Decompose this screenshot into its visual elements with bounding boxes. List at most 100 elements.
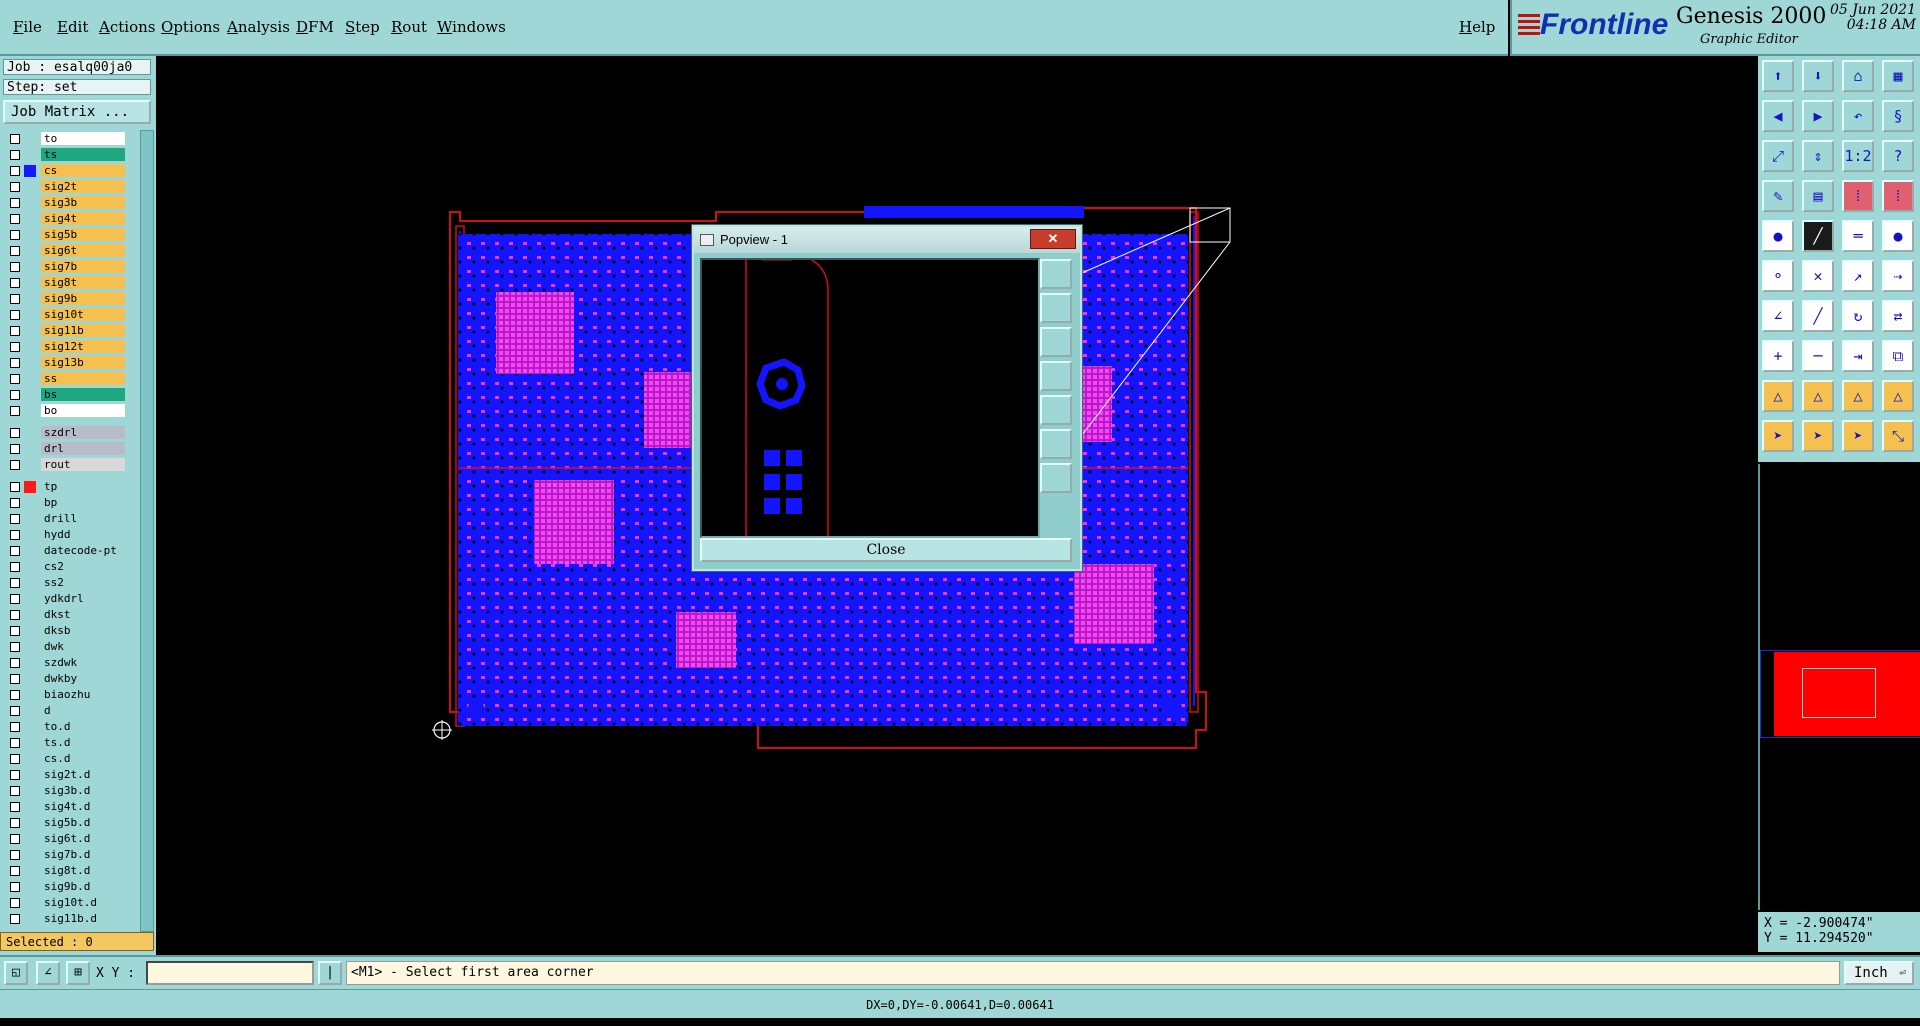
menu-rout[interactable]: Rout (391, 18, 427, 36)
layer-checkbox[interactable] (10, 738, 20, 748)
job-matrix-button[interactable]: Job Matrix ... (3, 100, 151, 124)
layer-row[interactable]: sig2t.d (3, 768, 139, 782)
pointer-icon[interactable]: ➤ (1762, 420, 1794, 452)
layer-row[interactable]: sig2t (3, 180, 139, 194)
layer-checkbox[interactable] (10, 514, 20, 524)
layer-list-scrollbar[interactable] (140, 130, 154, 932)
next-icon[interactable]: ▶ (1802, 100, 1834, 132)
layer-row[interactable]: dwkby (3, 672, 139, 686)
layer-checkbox[interactable] (10, 866, 20, 876)
home-icon[interactable]: ⌂ (1842, 60, 1874, 92)
menu-help[interactable]: Help (1459, 18, 1495, 36)
zoom-in-icon[interactable]: ⇕ (1802, 140, 1834, 172)
save-icon[interactable]: ⬇ (1802, 60, 1834, 92)
layer-row[interactable]: sig4t (3, 212, 139, 226)
layer-row[interactable]: sig10t.d (3, 896, 139, 910)
split-icon[interactable]: ⇢ (1882, 260, 1914, 292)
angle-icon[interactable]: ∠ (1762, 300, 1794, 332)
panel-icon[interactable]: ⁞ (1882, 180, 1914, 212)
layer-row[interactable]: sig6t.d (3, 832, 139, 846)
layer-checkbox[interactable] (10, 594, 20, 604)
open-icon[interactable]: ⬆ (1762, 60, 1794, 92)
snap-center-icon[interactable]: ⊞ (66, 961, 90, 985)
layer-checkbox[interactable] (10, 326, 20, 336)
layer-checkbox[interactable] (10, 578, 20, 588)
line-icon[interactable]: ╱ (1802, 220, 1834, 252)
layer-checkbox[interactable] (10, 482, 20, 492)
layer-row[interactable]: tp (3, 480, 139, 494)
layer-row[interactable]: bs (3, 388, 139, 402)
arc-icon[interactable]: △ (1762, 380, 1794, 412)
layer-row[interactable]: szdrl (3, 426, 139, 440)
layer-row[interactable]: ts.d (3, 736, 139, 750)
popview-close-button[interactable]: Close (700, 538, 1072, 562)
layer-row[interactable]: ts (3, 148, 139, 162)
arc4-icon[interactable]: △ (1882, 380, 1914, 412)
layer-checkbox[interactable] (10, 754, 20, 764)
layer-row[interactable]: sig5b (3, 228, 139, 242)
layer-checkbox[interactable] (10, 460, 20, 470)
layer-checkbox[interactable] (10, 198, 20, 208)
layer-checkbox[interactable] (10, 626, 20, 636)
undo-icon[interactable]: ↶ (1842, 100, 1874, 132)
layer-row[interactable]: sig10t (3, 308, 139, 322)
layer-row[interactable]: dwk (3, 640, 139, 654)
layer-checkbox[interactable] (10, 562, 20, 572)
layer-row[interactable]: to.d (3, 720, 139, 734)
layer-row[interactable]: cs2 (3, 560, 139, 574)
layer-checkbox[interactable] (10, 770, 20, 780)
layer-checkbox[interactable] (10, 898, 20, 908)
layer-checkbox[interactable] (10, 214, 20, 224)
layer-checkbox[interactable] (10, 658, 20, 668)
slash-icon[interactable]: ╱ (1802, 300, 1834, 332)
zoom-fit-icon[interactable]: ⤢ (1762, 140, 1794, 172)
layer-checkbox[interactable] (10, 722, 20, 732)
layer-checkbox[interactable] (10, 134, 20, 144)
layer-checkbox[interactable] (10, 390, 20, 400)
layer-row[interactable]: cs (3, 164, 139, 178)
layer-checkbox[interactable] (10, 530, 20, 540)
layer-row[interactable]: sig11b (3, 324, 139, 338)
layer-row[interactable]: ydkdrl (3, 592, 139, 606)
layer-checkbox[interactable] (10, 406, 20, 416)
layer-row[interactable]: hydd (3, 528, 139, 542)
layer-row[interactable]: sig8t.d (3, 864, 139, 878)
menu-analysis[interactable]: Analysis (227, 18, 290, 36)
layer-row[interactable]: bp (3, 496, 139, 510)
layer-row[interactable]: dkst (3, 608, 139, 622)
popview-close-x-button[interactable]: ✕ (1030, 229, 1076, 249)
layer-row[interactable]: to (3, 132, 139, 146)
menu-file[interactable]: File (13, 18, 42, 36)
grid-toggle-icon[interactable]: ▤ (1802, 180, 1834, 212)
layer-row[interactable]: sig5b.d (3, 816, 139, 830)
add-icon[interactable]: + (1762, 340, 1794, 372)
pad-icon[interactable]: ● (1762, 220, 1794, 252)
info-icon[interactable]: | (318, 961, 342, 985)
menu-step[interactable]: Step (345, 18, 380, 36)
layer-checkbox[interactable] (10, 834, 20, 844)
popview-canvas[interactable] (700, 258, 1040, 538)
unit-selector[interactable]: Inch ⏎ (1844, 961, 1914, 985)
layer-checkbox[interactable] (10, 310, 20, 320)
route-icon[interactable]: ↗ (1842, 260, 1874, 292)
popview-titlebar[interactable]: Popview - 1 ✕ (694, 227, 1080, 253)
popview-down-icon[interactable] (1040, 327, 1072, 357)
layer-checkbox[interactable] (10, 674, 20, 684)
arc3-icon[interactable]: △ (1842, 380, 1874, 412)
layer-row[interactable]: dksb (3, 624, 139, 638)
arc2-icon[interactable]: △ (1802, 380, 1834, 412)
layer-row[interactable]: sig7b (3, 260, 139, 274)
menu-actions[interactable]: Actions (99, 18, 155, 36)
popview-zoom-icon[interactable] (1040, 259, 1072, 289)
flip-icon[interactable]: ⇄ (1882, 300, 1914, 332)
layer-row[interactable]: sig6t (3, 244, 139, 258)
layer-checkbox[interactable] (10, 182, 20, 192)
layer-checkbox[interactable] (10, 246, 20, 256)
prev-icon[interactable]: ◀ (1762, 100, 1794, 132)
multi-select-icon[interactable]: ⤡ (1882, 420, 1914, 452)
layer-checkbox[interactable] (10, 498, 20, 508)
layer-row[interactable]: rout (3, 458, 139, 472)
layer-row[interactable]: sig7b.d (3, 848, 139, 862)
layer-checkbox[interactable] (10, 802, 20, 812)
layer-checkbox[interactable] (10, 818, 20, 828)
